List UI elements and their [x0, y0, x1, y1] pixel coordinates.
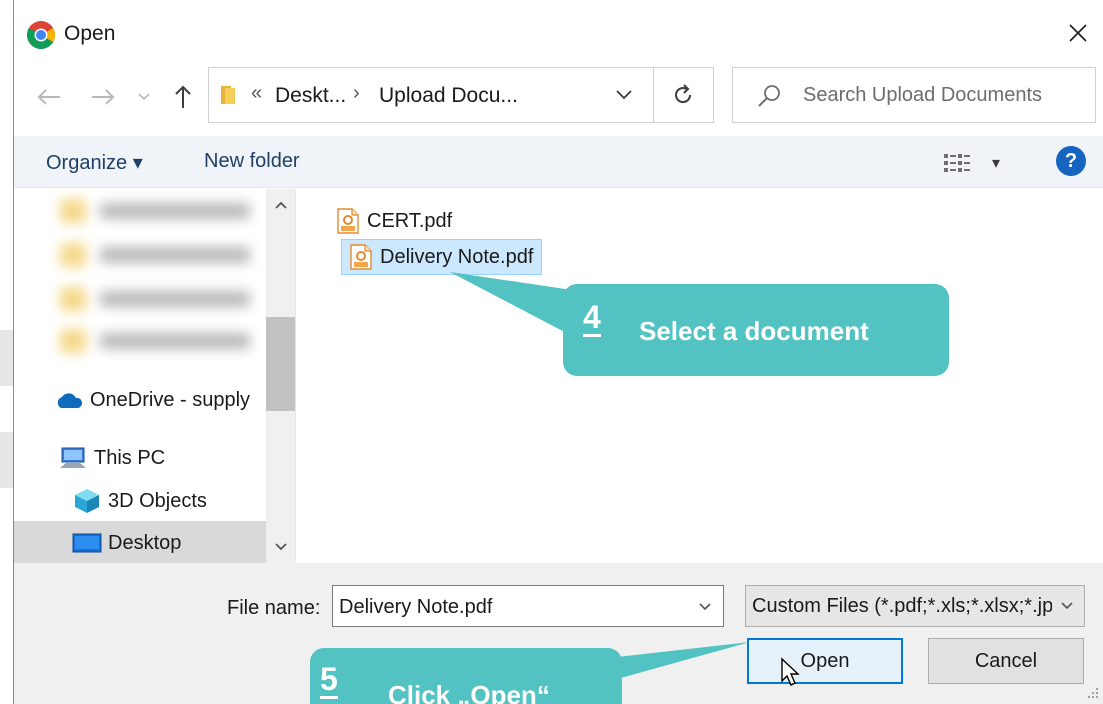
tree-item-label: Desktop — [108, 531, 182, 554]
file-type-select[interactable]: Custom Files (*.pdf;*.xls;*.xlsx;*.jpg) — [745, 585, 1085, 627]
search-box[interactable] — [732, 67, 1096, 123]
tree-item-label: OneDrive - supply — [90, 388, 251, 411]
folder-icon — [221, 86, 235, 104]
chevron-down-icon — [1061, 602, 1073, 610]
close-icon — [1069, 24, 1087, 42]
breadcrumb-desktop[interactable]: Deskt... — [275, 84, 346, 108]
file-name-dropdown-button[interactable] — [691, 592, 719, 622]
file-name-label: File name: — [227, 597, 321, 619]
blurred-tree-item — [60, 281, 260, 317]
3d-objects-icon — [72, 489, 102, 513]
scroll-up-button[interactable] — [266, 193, 295, 217]
breadcrumb-upload-documents[interactable]: Upload Docu... — [379, 84, 518, 108]
breadcrumb-separator[interactable]: › — [353, 82, 360, 105]
callout-5-text: Click „Open“ — [388, 680, 550, 704]
address-overflow[interactable]: « — [251, 82, 262, 105]
open-button[interactable]: Open — [747, 638, 903, 684]
help-button[interactable]: ? — [1056, 146, 1086, 176]
pdf-file-icon — [337, 208, 359, 234]
chrome-icon — [27, 21, 55, 49]
file-type-dropdown-button[interactable] — [1052, 586, 1082, 626]
arrow-right-icon — [92, 89, 115, 105]
mouse-cursor-icon — [781, 657, 800, 686]
navigation-pane: OneDrive - supply This PC 3D Objects Des… — [14, 189, 296, 563]
file-name: Delivery Note.pdf — [380, 245, 534, 268]
file-type-value: Custom Files (*.pdf;*.xls;*.xlsx;*.jpg) — [752, 595, 1052, 617]
search-icon — [758, 85, 780, 107]
blurred-tree-item — [60, 323, 260, 359]
file-item-cert[interactable]: CERT.pdf — [329, 203, 460, 239]
dialog-title: Open — [64, 22, 116, 45]
cancel-button[interactable]: Cancel — [928, 638, 1084, 684]
arrow-up-icon — [175, 85, 191, 108]
title-bar: Open — [14, 0, 1103, 62]
desktop-icon — [72, 531, 102, 555]
computer-icon — [58, 446, 88, 470]
details-view-icon — [944, 154, 970, 172]
file-name: CERT.pdf — [367, 209, 453, 232]
scroll-down-button[interactable] — [266, 535, 295, 559]
chevron-down-icon — [699, 603, 711, 611]
file-name-combobox[interactable] — [332, 585, 724, 627]
tree-item-this-pc[interactable]: This PC — [58, 438, 165, 478]
forward-button[interactable] — [88, 80, 118, 114]
recent-locations-button[interactable] — [132, 80, 156, 114]
file-item-delivery-note[interactable]: Delivery Note.pdf — [341, 239, 543, 275]
background-strip — [0, 432, 14, 488]
address-dropdown-button[interactable] — [609, 80, 639, 110]
callout-5-number: 5 — [320, 661, 338, 699]
new-folder-button[interactable]: New folder — [204, 150, 300, 173]
arrow-left-icon — [37, 89, 60, 105]
tree-item-label: 3D Objects — [108, 489, 207, 512]
onedrive-cloud-icon — [54, 388, 84, 412]
back-button[interactable] — [34, 80, 64, 114]
close-button[interactable] — [1052, 10, 1103, 56]
tree-item-onedrive[interactable]: OneDrive - supply — [54, 380, 250, 420]
callout-4-text: Select a document — [639, 316, 869, 346]
tree-item-desktop[interactable]: Desktop — [72, 523, 181, 563]
up-button[interactable] — [168, 80, 198, 114]
refresh-icon — [675, 84, 692, 104]
address-divider — [653, 68, 654, 122]
callout-5: 5 Click „Open“ — [310, 648, 622, 704]
tree-item-label: This PC — [94, 446, 166, 469]
search-input[interactable] — [803, 78, 1083, 112]
chevron-up-icon — [275, 201, 287, 209]
resize-grip-icon[interactable] — [1086, 686, 1100, 700]
chevron-down-icon — [616, 90, 632, 100]
tree-item-3d-objects[interactable]: 3D Objects — [72, 481, 207, 521]
background-page — [0, 0, 14, 704]
organize-button[interactable]: Organize ▾ — [46, 150, 143, 175]
view-dropdown-arrow[interactable]: ▾ — [992, 153, 1000, 173]
scroll-thumb[interactable] — [266, 317, 295, 411]
blurred-tree-item — [60, 237, 260, 273]
file-list: CERT.pdf Delivery Note.pdf — [297, 189, 1103, 563]
background-strip — [0, 330, 14, 386]
refresh-button[interactable] — [665, 80, 701, 110]
chevron-down-icon — [138, 93, 150, 101]
callout-4-number: 4 — [583, 299, 601, 337]
chevron-down-icon — [275, 543, 287, 551]
nav-pane-scrollbar[interactable] — [266, 189, 295, 563]
change-view-button[interactable]: ▾ — [942, 148, 1014, 178]
pdf-file-icon — [350, 244, 372, 270]
address-bar[interactable]: « Deskt... › Upload Docu... — [208, 67, 714, 123]
file-name-input[interactable] — [339, 592, 679, 622]
callout-4: 4 Select a document — [563, 284, 949, 376]
blurred-tree-item — [60, 193, 260, 229]
command-toolbar: Organize ▾ New folder ▾ ? — [14, 136, 1103, 188]
